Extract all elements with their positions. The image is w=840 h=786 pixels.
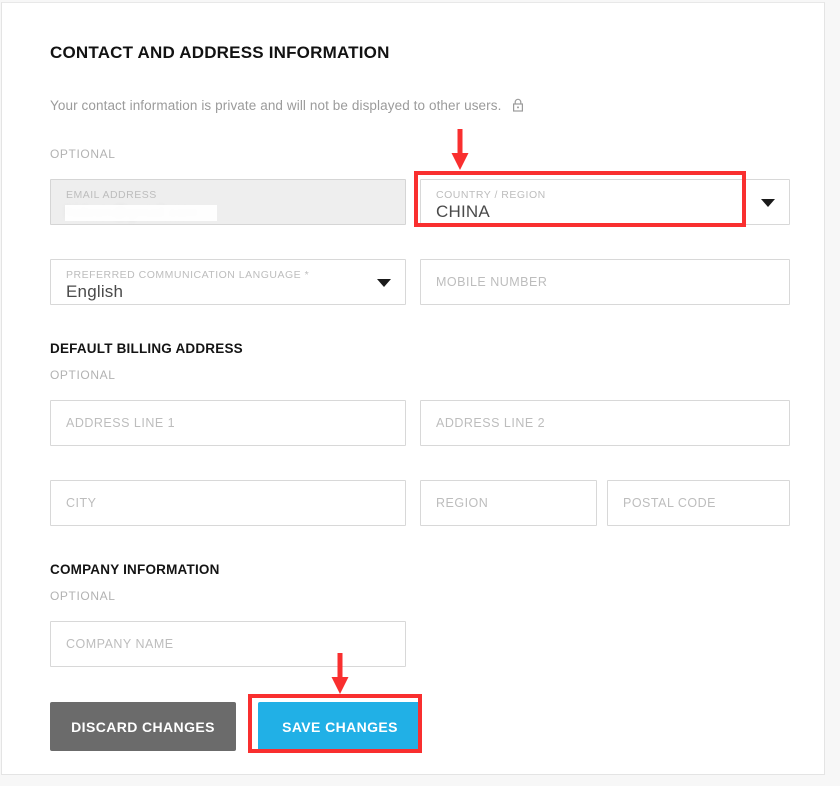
billing-section-title: DEFAULT BILLING ADDRESS	[50, 341, 243, 356]
postal-code-input[interactable]: POSTAL CODE	[607, 480, 790, 526]
page-title: CONTACT AND ADDRESS INFORMATION	[50, 43, 390, 62]
company-name-input[interactable]: COMPANY NAME	[50, 621, 406, 667]
country-region-select[interactable]: COUNTRY / REGION CHINA	[420, 179, 790, 225]
lock-icon	[512, 98, 524, 117]
address-line-1-input[interactable]: ADDRESS LINE 1	[50, 400, 406, 446]
email-field: EMAIL ADDRESS hideen@gmail.com	[50, 179, 406, 225]
optional-label-contact: OPTIONAL	[50, 147, 116, 161]
page-root: CONTACT AND ADDRESS INFORMATION Your con…	[0, 0, 840, 786]
address-line-1-placeholder: ADDRESS LINE 1	[66, 416, 176, 430]
preferred-language-select[interactable]: PREFERRED COMMUNICATION LANGUAGE * Engli…	[50, 259, 406, 305]
city-placeholder: CITY	[66, 496, 97, 510]
company-section-title: COMPANY INFORMATION	[50, 562, 220, 577]
discard-changes-button[interactable]: DISCARD CHANGES	[50, 702, 236, 751]
settings-card: CONTACT AND ADDRESS INFORMATION Your con…	[1, 2, 825, 775]
mobile-number-placeholder: MOBILE NUMBER	[436, 275, 548, 289]
country-region-value: CHINA	[436, 202, 490, 221]
optional-label-company: OPTIONAL	[50, 589, 116, 603]
chevron-down-icon[interactable]	[377, 279, 391, 287]
preferred-language-label: PREFERRED COMMUNICATION LANGUAGE *	[66, 269, 310, 281]
region-placeholder: REGION	[436, 496, 489, 510]
chevron-down-icon[interactable]	[761, 199, 775, 207]
city-input[interactable]: CITY	[50, 480, 406, 526]
postal-code-placeholder: POSTAL CODE	[623, 496, 717, 510]
optional-label-billing: OPTIONAL	[50, 368, 116, 382]
mobile-number-input[interactable]: MOBILE NUMBER	[420, 259, 790, 305]
address-line-2-placeholder: ADDRESS LINE 2	[436, 416, 546, 430]
region-input[interactable]: REGION	[420, 480, 597, 526]
save-changes-button[interactable]: SAVE CHANGES	[258, 702, 422, 751]
company-name-placeholder: COMPANY NAME	[66, 637, 174, 651]
privacy-note-row: Your contact information is private and …	[50, 97, 524, 117]
email-redaction-bar	[65, 205, 217, 221]
preferred-language-value: English	[66, 282, 124, 301]
address-line-2-input[interactable]: ADDRESS LINE 2	[420, 400, 790, 446]
privacy-note-text: Your contact information is private and …	[50, 98, 502, 113]
email-field-label: EMAIL ADDRESS	[66, 189, 157, 201]
country-region-label: COUNTRY / REGION	[436, 189, 546, 201]
